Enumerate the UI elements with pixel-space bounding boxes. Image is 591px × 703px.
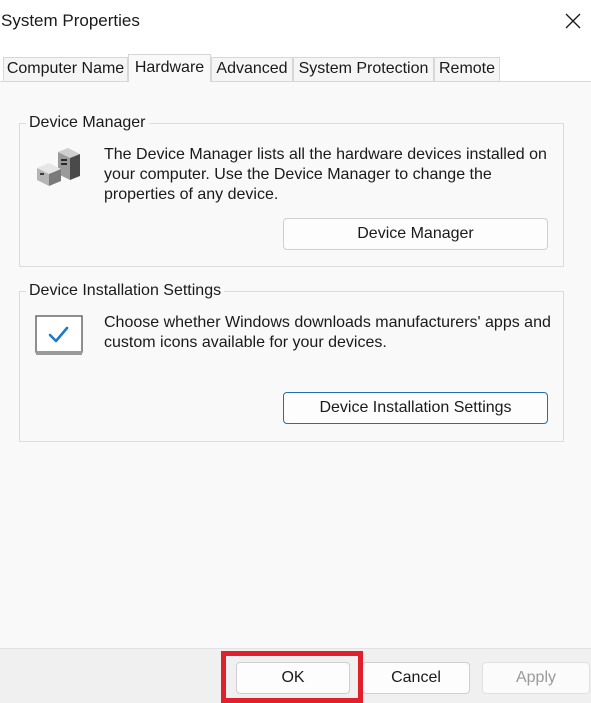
tab-advanced[interactable]: Advanced — [211, 57, 293, 81]
device-installation-legend: Device Installation Settings — [26, 282, 225, 300]
tab-hardware[interactable]: Hardware — [128, 54, 211, 82]
apply-button[interactable]: Apply — [482, 662, 590, 694]
device-installation-settings-button[interactable]: Device Installation Settings — [283, 392, 548, 424]
device-installation-group: Device Installation Settings Choose whet… — [19, 282, 564, 442]
device-manager-group: Device Manager The Device Manager lists … — [19, 114, 564, 267]
window-title: System Properties — [1, 11, 140, 30]
device-manager-description: The Device Manager lists all the hardwar… — [104, 146, 547, 203]
tab-system-protection[interactable]: System Protection — [293, 57, 434, 81]
tab-computer-name[interactable]: Computer Name — [3, 57, 128, 81]
close-button[interactable] — [556, 4, 590, 38]
hardware-tab-panel: Device Manager The Device Manager lists … — [0, 81, 591, 648]
close-icon — [565, 13, 581, 29]
tab-strip: Computer Name Hardware Advanced System P… — [0, 54, 591, 82]
checkbox-monitor-icon — [35, 315, 83, 355]
ok-button[interactable]: OK — [236, 662, 350, 694]
device-installation-description: Choose whether Windows downloads manufac… — [104, 314, 551, 351]
device-manager-icon — [37, 148, 80, 186]
tab-remote[interactable]: Remote — [434, 57, 500, 81]
device-manager-legend: Device Manager — [26, 114, 149, 132]
system-properties-window: System Properties Computer Name Hardware… — [0, 0, 591, 703]
cancel-button[interactable]: Cancel — [362, 662, 470, 694]
device-manager-button[interactable]: Device Manager — [283, 218, 548, 250]
title-bar: System Properties — [0, 0, 591, 44]
